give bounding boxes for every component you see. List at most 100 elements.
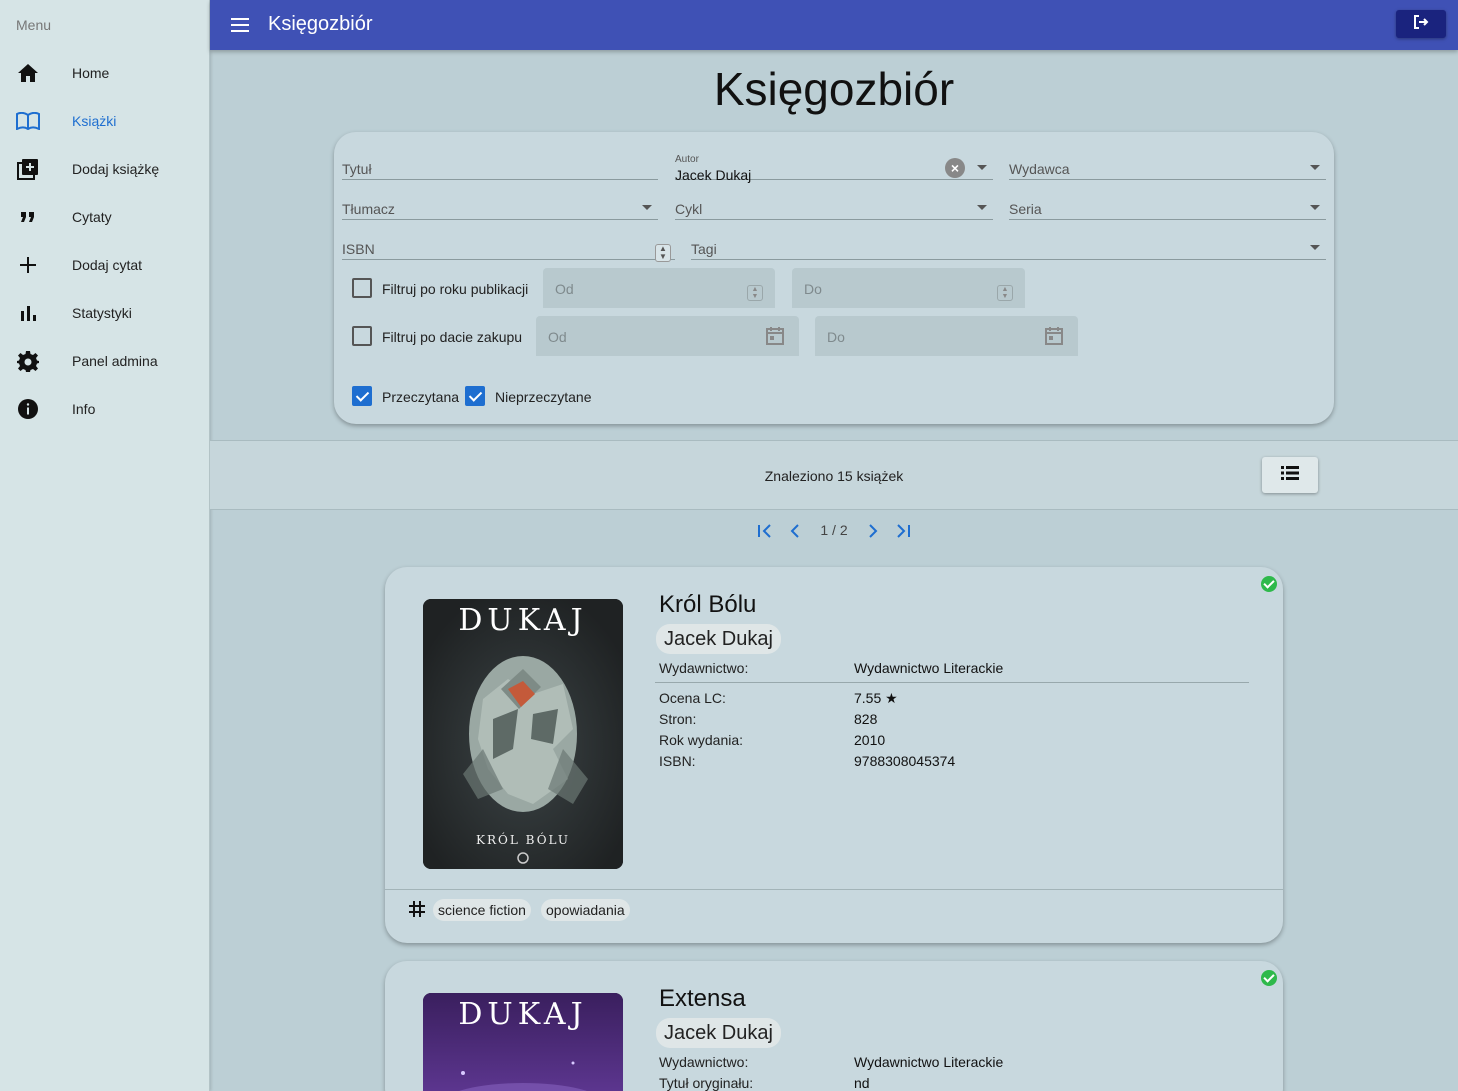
chevron-down-icon (1310, 165, 1320, 170)
read-label: Przeczytana (382, 389, 460, 405)
unread-checkbox[interactable] (465, 386, 485, 406)
author-chip[interactable]: Jacek Dukaj (656, 1018, 781, 1048)
detail-key: Ocena LC: (659, 690, 726, 706)
publisher-value: Wydawnictwo Literackie (854, 660, 1004, 676)
detail-value: 2010 (854, 732, 886, 748)
cover-author: DUKAJ (458, 603, 588, 638)
detail-key: Rok wydania: (659, 732, 744, 748)
title-filter-field[interactable]: Tytuł (342, 140, 658, 180)
divider (655, 682, 1249, 683)
book-card[interactable]: DUKAJ KRÓL BÓLU Król Bólu Jacek Dukaj Wy… (385, 567, 1283, 943)
cycle-filter-select[interactable]: Cykl (675, 180, 993, 220)
hashtag-icon (408, 900, 426, 923)
sidebar-item-home[interactable]: Home (0, 49, 209, 97)
book-title[interactable]: Extensa (659, 985, 746, 1013)
year-to-input[interactable]: Do ▲ ▼ (792, 268, 1025, 308)
purchase-filter-checkbox[interactable] (352, 326, 372, 346)
publisher-filter-select[interactable]: Wydawca (1009, 140, 1326, 180)
read-check-icon (1261, 576, 1277, 592)
detail-key: Stron: (659, 711, 697, 727)
previous-page-icon[interactable] (784, 520, 806, 542)
next-page-icon[interactable] (862, 520, 884, 542)
book-title[interactable]: Król Bólu (659, 591, 756, 619)
gear-icon (16, 349, 40, 373)
read-checkbox[interactable] (352, 386, 372, 406)
sidebar-item-label: Książki (72, 113, 117, 129)
calendar-icon[interactable] (765, 326, 785, 346)
purchase-filter-label: Filtruj po dacie zakupu (382, 329, 523, 345)
tag-chip[interactable]: opowiadania (541, 899, 630, 921)
sidebar: Menu Home Książki Dodaj książkę Cytaty D… (0, 0, 210, 1091)
sidebar-item-add-book[interactable]: Dodaj książkę (0, 145, 209, 193)
filter-panel: Tytuł Autor Jacek Dukaj × Wydawca Tłumac… (334, 132, 1334, 424)
number-stepper-icon[interactable]: ▲ ▼ (747, 285, 763, 301)
sidebar-item-label: Dodaj książkę (72, 161, 160, 177)
sidebar-item-label: Dodaj cytat (72, 257, 143, 273)
sidebar-item-books[interactable]: Książki (0, 97, 209, 145)
sidebar-item-info[interactable]: Info (0, 385, 209, 433)
publisher-key: Wydawnictwo: (659, 660, 749, 676)
detail-key: Tytuł oryginału: (659, 1075, 754, 1091)
tags-filter-select[interactable]: Tagi (691, 220, 1326, 260)
sidebar-item-label: Statystyki (72, 305, 132, 321)
publisher-filter-label: Wydawca (1009, 161, 1070, 177)
number-stepper-icon[interactable]: ▲ ▼ (655, 244, 671, 262)
isbn-filter-label: ISBN (342, 241, 375, 257)
logout-button[interactable] (1396, 10, 1446, 38)
year-filter-label: Filtruj po roku publikacji (382, 281, 529, 297)
purchase-from-placeholder: Od (548, 329, 567, 345)
year-filter-checkbox[interactable] (352, 278, 372, 298)
isbn-filter-field[interactable]: ISBN ▲ ▼ (342, 220, 675, 262)
chevron-down-icon (1310, 205, 1320, 210)
sidebar-item-quotes[interactable]: Cytaty (0, 193, 209, 241)
sidebar-item-statistics[interactable]: Statystyki (0, 289, 209, 337)
bar-chart-icon (16, 301, 40, 325)
app-title: Księgozbiór (268, 13, 373, 35)
home-icon (16, 61, 40, 85)
clear-icon[interactable]: × (945, 158, 965, 178)
menu-title: Menu (16, 17, 52, 33)
author-filter-select[interactable]: Autor Jacek Dukaj × (675, 140, 993, 183)
sidebar-item-add-quote[interactable]: Dodaj cytat (0, 241, 209, 289)
series-filter-select[interactable]: Seria (1009, 180, 1326, 220)
quote-icon (16, 205, 40, 229)
logout-icon (1413, 14, 1429, 35)
sidebar-item-label: Home (72, 65, 110, 81)
chevron-down-icon (642, 205, 652, 210)
number-stepper-icon[interactable]: ▲ ▼ (997, 285, 1013, 301)
detail-value: 9788308045374 (854, 753, 956, 769)
rating-value: 7.55 ★ (854, 690, 898, 706)
info-icon (16, 397, 40, 421)
book-card[interactable]: DUKAJ Extensa Jacek Dukaj Wydawnictwo: W… (385, 961, 1283, 1091)
divider (210, 509, 1458, 510)
cover-author: DUKAJ (458, 997, 588, 1032)
tag-chip[interactable]: science fiction (433, 899, 531, 921)
cover-image (423, 599, 623, 869)
page-indicator: 1 / 2 (820, 522, 848, 538)
translator-filter-select[interactable]: Tłumacz (342, 180, 658, 220)
tags-row: science fiction opowiadania (385, 889, 1283, 943)
page-title: Księgozbiór (713, 63, 955, 115)
chevron-down-icon (977, 205, 987, 210)
translator-filter-label: Tłumacz (342, 201, 395, 217)
purchase-to-input[interactable]: Do (815, 316, 1078, 356)
last-page-icon[interactable] (892, 520, 914, 542)
author-chip[interactable]: Jacek Dukaj (656, 624, 781, 654)
year-to-placeholder: Do (804, 281, 822, 297)
first-page-icon[interactable] (754, 520, 776, 542)
menu-icon[interactable] (228, 13, 252, 37)
calendar-icon[interactable] (1044, 326, 1064, 346)
book-icon (16, 109, 40, 133)
sidebar-item-admin[interactable]: Panel admina (0, 337, 209, 385)
book-cover[interactable]: DUKAJ KRÓL BÓLU (423, 599, 623, 869)
publisher-value: Wydawnictwo Literackie (854, 1054, 1004, 1070)
year-from-input[interactable]: Od ▲ ▼ (543, 268, 775, 308)
list-view-button[interactable] (1262, 457, 1318, 493)
unread-label: Nieprzeczytane (495, 389, 592, 405)
detail-value: 828 (854, 711, 878, 727)
book-cover[interactable]: DUKAJ (423, 993, 623, 1091)
chevron-down-icon[interactable] (977, 165, 987, 170)
purchase-from-input[interactable]: Od (536, 316, 799, 356)
plus-icon (16, 253, 40, 277)
sidebar-item-label: Panel admina (72, 353, 158, 369)
